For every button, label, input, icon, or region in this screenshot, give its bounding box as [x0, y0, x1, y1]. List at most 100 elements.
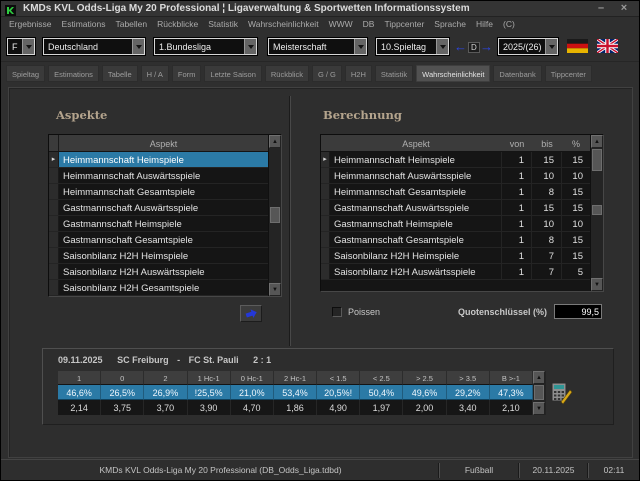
list-item-selected[interactable]: ▸ Heimmannschaft Heimspiele — [49, 152, 281, 168]
probability-cell: 50,4% — [360, 385, 403, 400]
menu-copyright[interactable]: (C) — [498, 17, 520, 31]
row-indicator — [321, 200, 330, 215]
quota-input[interactable] — [554, 304, 602, 319]
titlebar: KMDs KVL Odds-Liga My 20 Professional ¦ … — [1, 1, 639, 17]
f-select[interactable]: F — [7, 38, 35, 55]
odds-cell: 3,40 — [447, 400, 490, 415]
odds-header-cell: < 1.5 — [317, 371, 360, 385]
matchday-select[interactable]: 10.Spieltag — [376, 38, 449, 55]
tab-statistik[interactable]: Statistik — [375, 65, 413, 82]
odds-cell: 4,90 — [317, 400, 360, 415]
menu-sprache[interactable]: Sprache — [429, 17, 471, 31]
match-table-scrollbar[interactable]: ▲ ▼ — [533, 371, 546, 415]
probability-cell: !25,5% — [188, 385, 231, 400]
list-item[interactable]: Saisonbilanz H2H Heimspiele — [49, 248, 281, 264]
probability-cell: 53,4% — [274, 385, 317, 400]
scrollbar-thumb[interactable] — [534, 385, 544, 400]
poisson-checkbox[interactable] — [332, 307, 342, 317]
menu-hilfe[interactable]: Hilfe — [471, 17, 498, 31]
menu-statistik[interactable]: Statistik — [203, 17, 243, 31]
tab-estimations[interactable]: Estimations — [48, 65, 99, 82]
odds-cell: 4,70 — [231, 400, 274, 415]
tab-datenbank[interactable]: Datenbank — [493, 65, 541, 82]
season-select[interactable]: 2025/(26) — [498, 38, 558, 55]
list-item[interactable]: Gastmannschaft Gesamtspiele — [49, 232, 281, 248]
tab-wahrscheinlichkeit[interactable]: Wahrscheinlichkeit — [416, 65, 490, 82]
table-row[interactable]: Gastmannschaft Gesamtspiele 1 8 15 — [321, 232, 603, 248]
country-select[interactable]: Deutschland — [43, 38, 145, 55]
menu-wahrscheinlichkeit[interactable]: Wahrscheinlichkeit — [243, 17, 324, 31]
prev-matchday-arrow-icon[interactable]: ← — [454, 40, 467, 53]
odds-cell: 2,10 — [490, 400, 533, 415]
col-bis: bis — [532, 135, 562, 151]
tab-h2h[interactable]: H2H — [345, 65, 372, 82]
german-flag-icon[interactable] — [567, 39, 588, 53]
menu-tippcenter[interactable]: Tippcenter — [379, 17, 429, 31]
berechnung-scrollbar[interactable]: ▲ ▼ — [590, 135, 603, 291]
tab-g-g[interactable]: G / G — [312, 65, 342, 82]
table-row[interactable]: Heimmannschaft Gesamtspiele 1 8 15 — [321, 184, 603, 200]
table-row[interactable]: Gastmannschaft Heimspiele 1 10 10 — [321, 216, 603, 232]
scroll-down-icon[interactable]: ▼ — [591, 278, 603, 291]
odds-header-cell: 0 — [101, 371, 144, 385]
scrollbar-thumb[interactable] — [270, 207, 280, 223]
menu-www[interactable]: WWW — [324, 17, 358, 31]
table-row[interactable]: Saisonbilanz H2H Heimspiele 1 7 15 — [321, 248, 603, 264]
aspekt-label: Gastmannschaft Auswärtsspiele — [59, 200, 268, 215]
indicator-column-header — [321, 135, 330, 151]
bis-cell: 10 — [532, 216, 562, 231]
menu-ergebnisse[interactable]: Ergebnisse — [4, 17, 57, 31]
scroll-down-icon[interactable]: ▼ — [269, 283, 281, 296]
probability-table: 1 0 2 1 Hc-1 0 Hc-1 2 Hc-1 < 1.5 < 2.5 >… — [58, 371, 533, 415]
menu-estimations[interactable]: Estimations — [57, 17, 111, 31]
list-item[interactable]: Heimmannschaft Auswärtsspiele — [49, 168, 281, 184]
minimize-button[interactable]: – — [593, 2, 609, 15]
tab-h-a[interactable]: H / A — [141, 65, 169, 82]
window-title: KMDs KVL Odds-Liga My 20 Professional ¦ … — [23, 3, 470, 14]
probability-cell: 20,5%! — [317, 385, 360, 400]
pct-cell: 15 — [562, 152, 590, 167]
aspekt-label: Gastmannschaft Heimspiele — [59, 216, 268, 231]
menu-rueckblicke[interactable]: Rückblicke — [152, 17, 203, 31]
odds-cell: 3,70 — [144, 400, 187, 415]
chevron-down-icon[interactable] — [354, 39, 366, 54]
tab-form[interactable]: Form — [172, 65, 202, 82]
uk-flag-icon[interactable] — [597, 39, 618, 53]
list-item[interactable]: Saisonbilanz H2H Auswärtsspiele — [49, 264, 281, 280]
next-matchday-arrow-icon[interactable]: → — [480, 40, 493, 53]
chevron-down-icon[interactable] — [244, 39, 256, 54]
apply-aspect-button[interactable] — [240, 305, 262, 322]
scroll-up-icon[interactable]: ▲ — [591, 135, 603, 148]
aspekt-label: Heimmannschaft Gesamtspiele — [59, 184, 268, 199]
odds-header-cell: 2 — [144, 371, 187, 385]
table-row[interactable]: ▸ Heimmannschaft Heimspiele 1 15 15 — [321, 152, 603, 168]
menu-db[interactable]: DB — [358, 17, 380, 31]
table-row[interactable]: Gastmannschaft Auswärtsspiele 1 15 15 — [321, 200, 603, 216]
list-item[interactable]: Heimmannschaft Gesamtspiele — [49, 184, 281, 200]
chevron-down-icon[interactable] — [545, 39, 557, 54]
league-select[interactable]: 1.Bundesliga — [154, 38, 257, 55]
scroll-up-icon[interactable]: ▲ — [533, 371, 545, 384]
chevron-down-icon[interactable] — [22, 39, 34, 54]
tab-tippcenter[interactable]: Tippcenter — [545, 65, 592, 82]
tab-letzte-saison[interactable]: Letzte Saison — [204, 65, 261, 82]
table-row[interactable]: Saisonbilanz H2H Auswärtsspiele 1 7 5 — [321, 264, 603, 280]
close-button[interactable]: × — [616, 2, 632, 15]
menu-tabellen[interactable]: Tabellen — [110, 17, 152, 31]
tab-spieltag[interactable]: Spieltag — [6, 65, 45, 82]
list-item[interactable]: Saisonbilanz H2H Gesamtspiele — [49, 280, 281, 296]
list-item[interactable]: Gastmannschaft Auswärtsspiele — [49, 200, 281, 216]
competition-select[interactable]: Meisterschaft — [268, 38, 367, 55]
aspekte-scrollbar[interactable]: ▲ ▼ — [268, 135, 281, 296]
list-item[interactable]: Gastmannschaft Heimspiele — [49, 216, 281, 232]
tab-tabelle[interactable]: Tabelle — [102, 65, 138, 82]
chevron-down-icon[interactable] — [436, 39, 448, 54]
day-badge[interactable]: D — [468, 42, 480, 53]
scrollbar-thumb[interactable] — [592, 149, 602, 171]
table-row[interactable]: Heimmannschaft Auswärtsspiele 1 10 10 — [321, 168, 603, 184]
calculator-edit-button[interactable] — [551, 382, 573, 405]
tab-rueckblick[interactable]: Rückblick — [265, 65, 309, 82]
chevron-down-icon[interactable] — [132, 39, 144, 54]
scroll-up-icon[interactable]: ▲ — [269, 135, 281, 148]
scroll-down-icon[interactable]: ▼ — [533, 402, 545, 415]
